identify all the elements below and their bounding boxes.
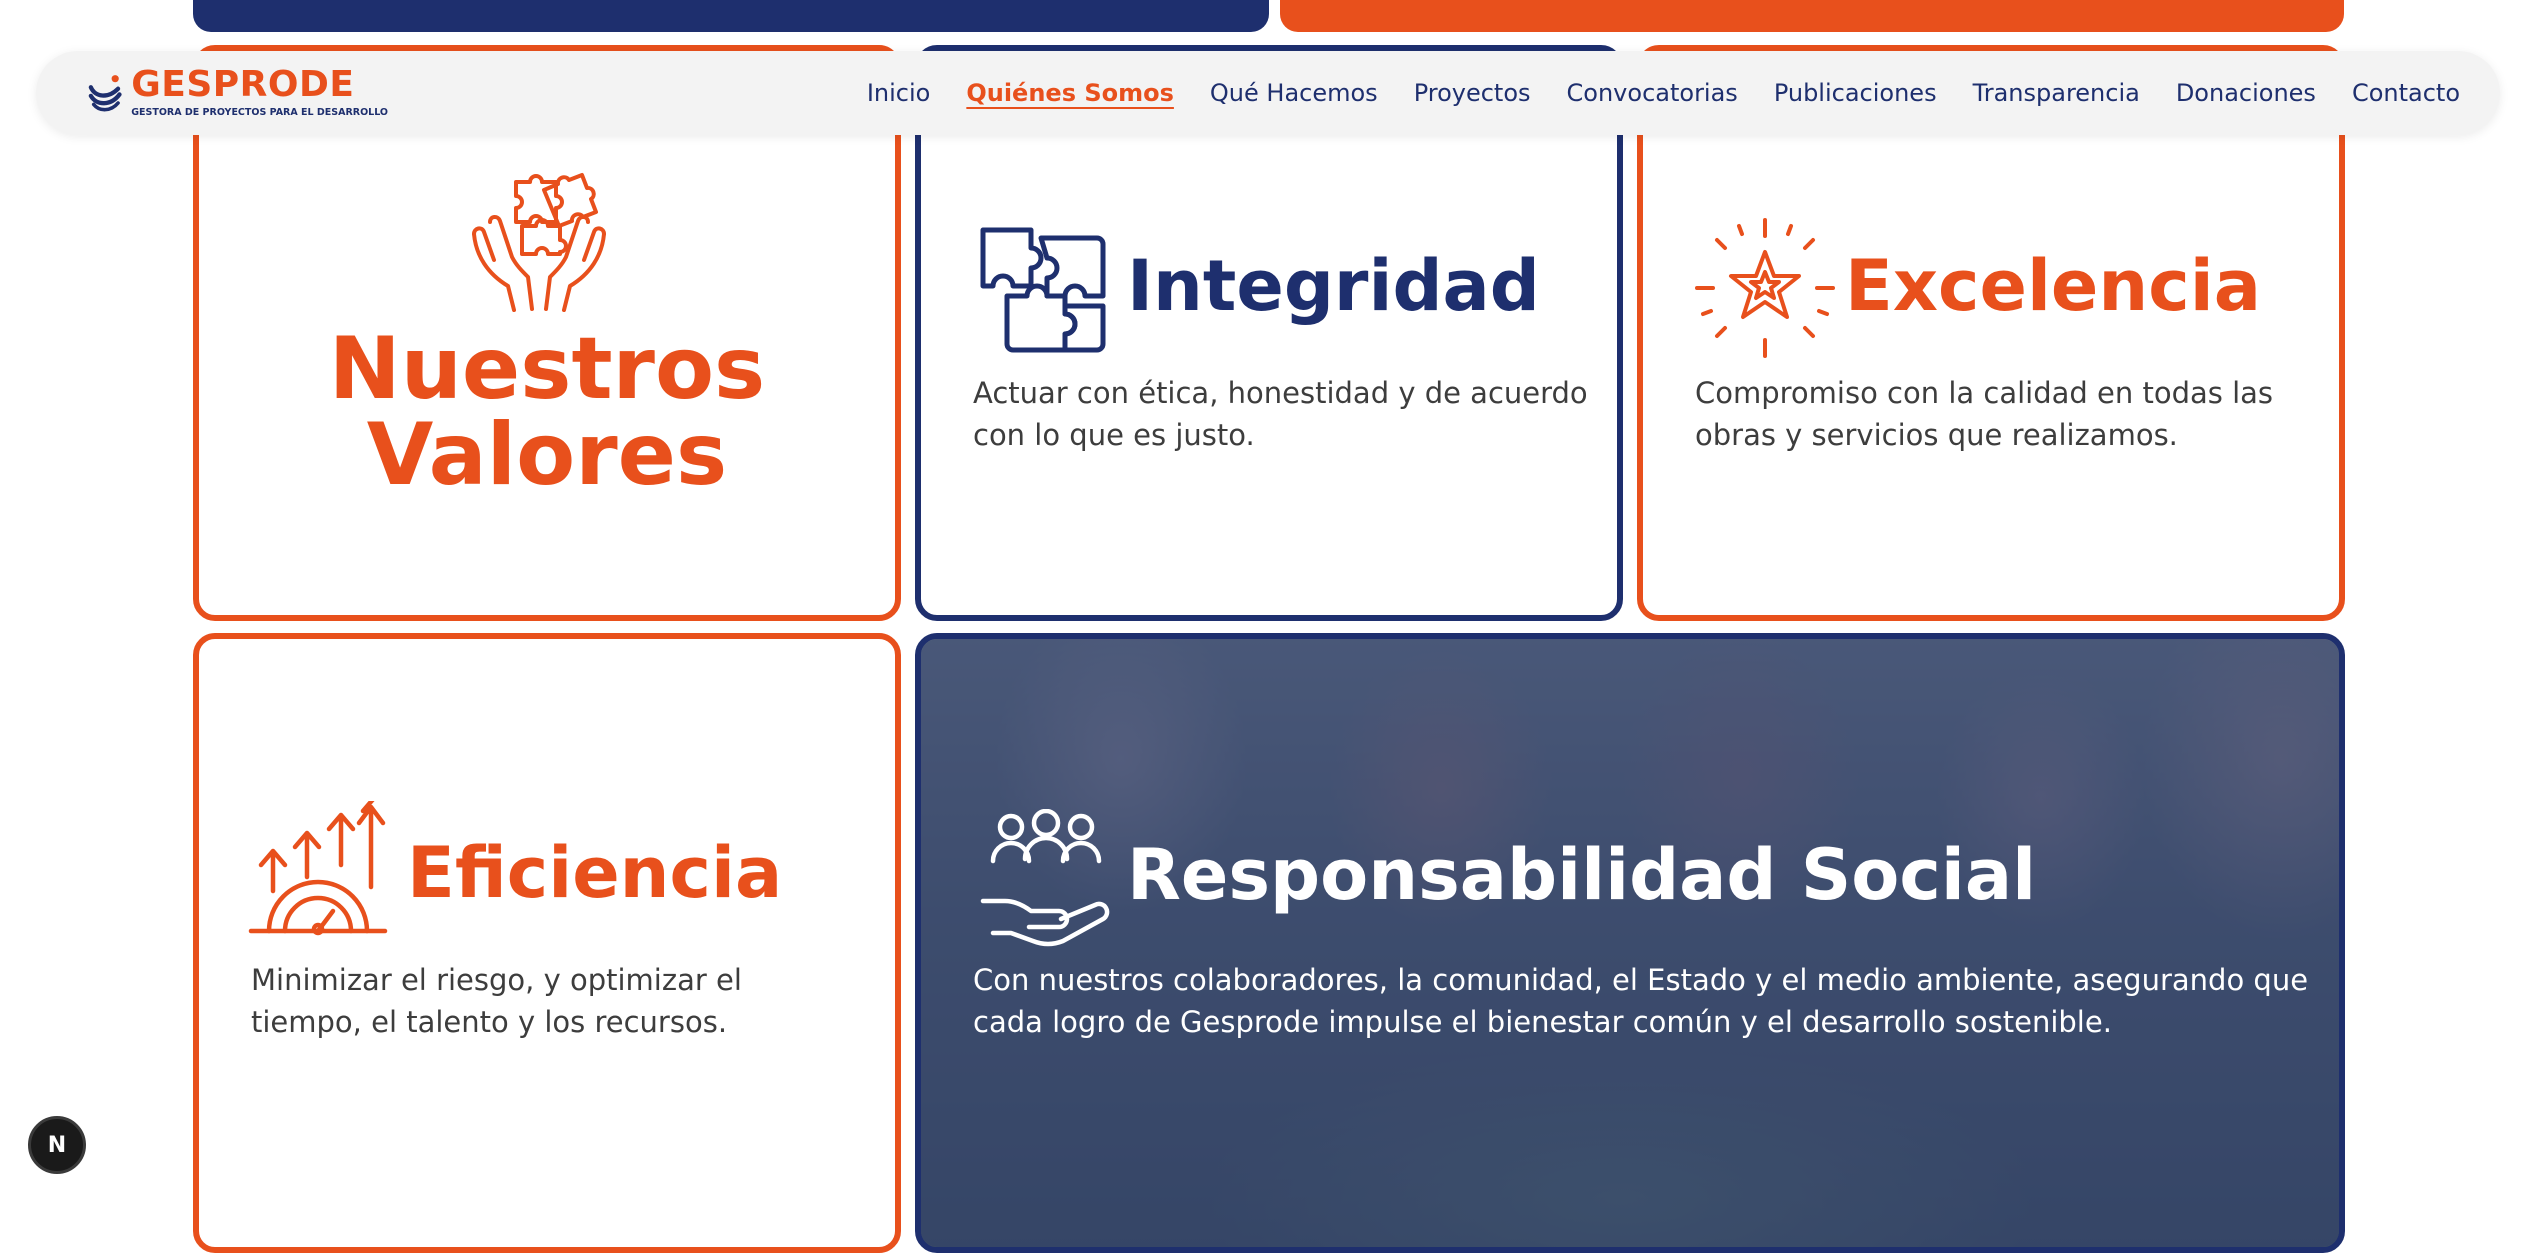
nav-item-publicaciones[interactable]: Publicaciones <box>1774 79 1937 107</box>
nav-item-proyectos[interactable]: Proyectos <box>1414 79 1531 107</box>
nav-item-convocatorias[interactable]: Convocatorias <box>1567 79 1738 107</box>
puzzle-icon <box>980 227 1106 353</box>
nav-item-transparencia[interactable]: Transparencia <box>1973 79 2140 107</box>
dev-tools-badge[interactable]: N <box>28 1116 86 1174</box>
growth-gauge-icon <box>248 801 388 936</box>
community-hand-icon <box>980 809 1110 947</box>
star-burst-icon <box>1695 218 1835 358</box>
value-title: Eficiencia <box>407 832 783 914</box>
navbar: GESPRODE GESTORA DE PROYECTOS PARA EL DE… <box>36 51 2500 135</box>
nav-item-donaciones[interactable]: Donaciones <box>2176 79 2316 107</box>
nav-item-inicio[interactable]: Inicio <box>867 79 931 107</box>
value-card-responsabilidad-social: Responsabilidad Social Con nuestros cola… <box>915 633 2345 1253</box>
gesprode-logo-icon <box>88 75 122 112</box>
value-description: Actuar con ética, honestidad y de acuerd… <box>973 376 1588 452</box>
value-title: Integridad <box>1127 245 1540 327</box>
values-title-line1: Nuestros <box>328 319 766 419</box>
values-section-title: Nuestros Valores <box>199 326 895 498</box>
values-title-line2: Valores <box>366 405 728 505</box>
value-description: Minimizar el riesgo, y optimizar el tiem… <box>251 963 742 1039</box>
main-nav: Inicio Quiénes Somos Qué Hacemos Proyect… <box>831 51 2460 135</box>
photo-overlay <box>921 639 2339 1247</box>
value-description: Compromiso con la calidad en todas las o… <box>1695 376 2274 452</box>
nav-item-que-hacemos[interactable]: Qué Hacemos <box>1210 79 1378 107</box>
logo-name: GESPRODE <box>131 64 355 105</box>
logo[interactable]: GESPRODE GESTORA DE PROYECTOS PARA EL DE… <box>88 65 388 123</box>
previous-card-navy <box>193 0 1269 32</box>
value-title: Responsabilidad Social <box>1127 834 2037 916</box>
value-card-eficiencia: Eficiencia Minimizar el riesgo, y optimi… <box>193 633 901 1253</box>
value-title: Excelencia <box>1845 245 2261 327</box>
nav-item-quienes-somos[interactable]: Quiénes Somos <box>966 79 1174 107</box>
dev-badge-label: N <box>47 1132 67 1158</box>
previous-card-orange <box>1280 0 2344 32</box>
value-description: Con nuestros colaboradores, la comunidad… <box>973 963 2309 1039</box>
nav-item-contacto[interactable]: Contacto <box>2352 79 2460 107</box>
logo-tagline: GESTORA DE PROYECTOS PARA EL DESARROLLO <box>131 107 388 118</box>
hands-puzzle-icon <box>472 173 606 312</box>
